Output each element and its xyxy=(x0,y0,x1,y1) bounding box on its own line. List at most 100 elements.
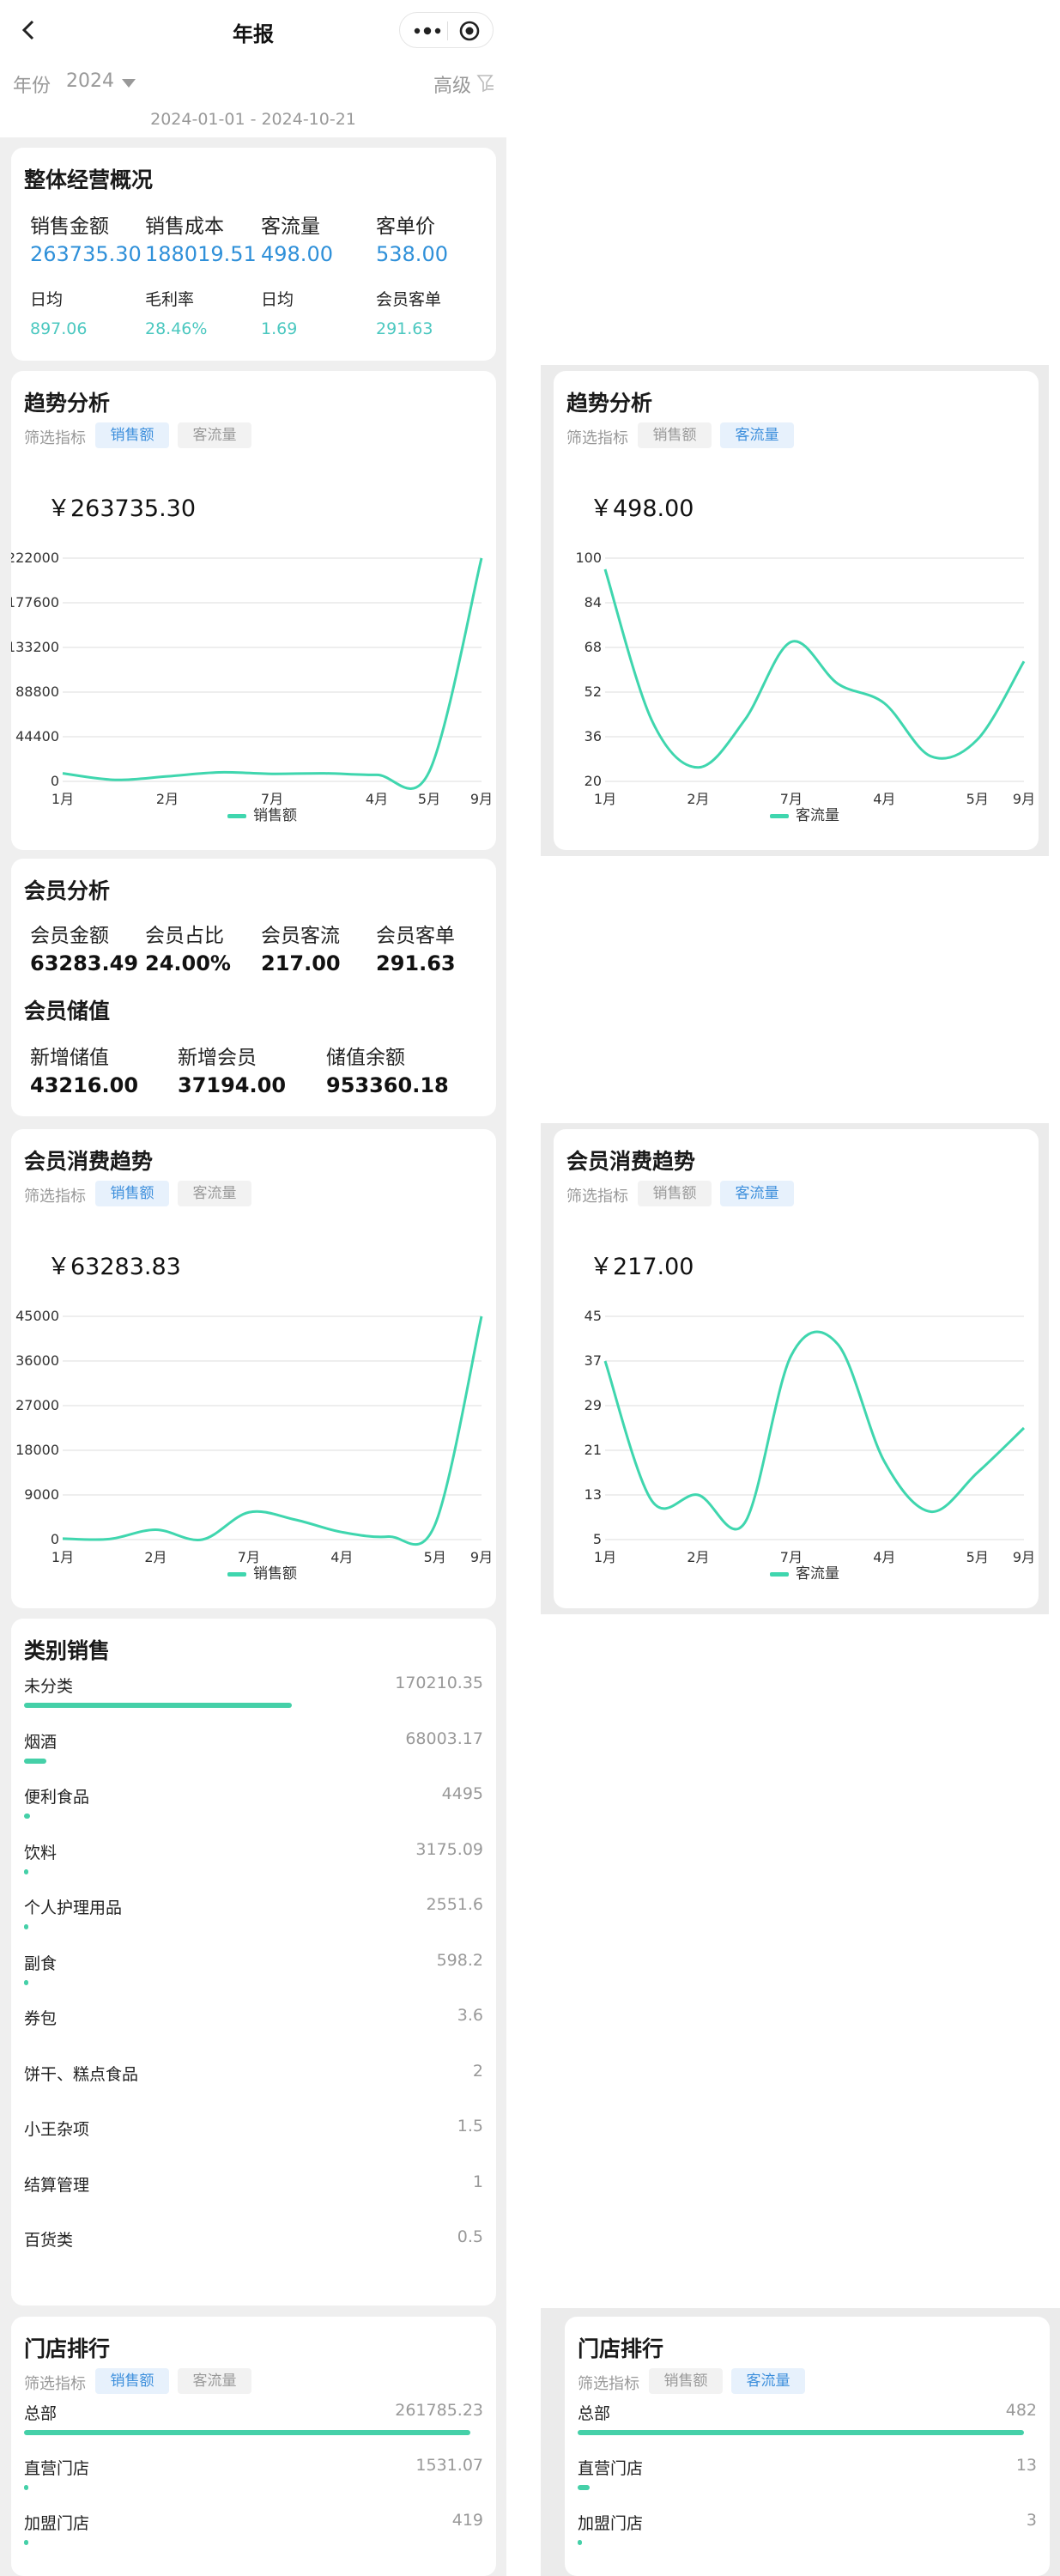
store-value: 13 xyxy=(1015,2456,1037,2475)
trend-sales-chart: 0 44400 88800 133200 177600 222000 1月 2月 7月 4月 5月 9… xyxy=(11,550,493,824)
member-title: 会员分析 xyxy=(24,878,111,903)
member-card: 会员分析 会员金额 会员占比 会员客流 会员客单 63283.49 24.00%… xyxy=(11,859,496,1116)
member-metric-value: 217.00 xyxy=(261,951,341,975)
store-rank-traffic-card: 门店排行 筛选指标 销售额 客流量 总部 482 直营门店 13 加盟门店 3 xyxy=(565,2317,1050,2576)
y-tick-label: 9000 xyxy=(24,1486,59,1503)
category-title: 类别销售 xyxy=(24,1638,111,1663)
filter-label: 筛选指标 xyxy=(578,2375,639,2393)
stored-value: 37194.00 xyxy=(178,1073,287,1097)
stored-label: 新增储值 xyxy=(30,1047,109,1069)
member-trend-total: ￥63283.83 xyxy=(47,1254,181,1280)
chip-sales[interactable]: 销售额 xyxy=(95,422,169,448)
trend-title: 趋势分析 xyxy=(566,391,653,416)
x-tick-label: 5月 xyxy=(424,1549,446,1565)
chip-traffic[interactable]: 客流量 xyxy=(720,1181,794,1206)
sub-metric-value: 291.63 xyxy=(376,319,433,338)
chip-traffic[interactable]: 客流量 xyxy=(178,1181,251,1206)
x-tick-label: 2月 xyxy=(687,1549,709,1565)
series-line xyxy=(603,568,1026,769)
overview-card: 整体经营概况 销售金额 销售成本 客流量 客单价 263735.30 18801… xyxy=(11,148,496,361)
x-tick-label: 7月 xyxy=(238,1549,260,1565)
x-tick-label: 4月 xyxy=(873,791,895,807)
filter-label: 筛选指标 xyxy=(566,429,628,447)
category-value: 68003.17 xyxy=(405,1728,483,1748)
y-tick-label: 5 xyxy=(593,1531,602,1547)
chip-sales[interactable]: 销售额 xyxy=(638,1181,712,1206)
store-bar xyxy=(578,2540,582,2545)
category-name: 便利食品 xyxy=(24,1788,90,1807)
metric-value: 538.00 xyxy=(376,242,448,266)
caret-down-icon xyxy=(122,79,136,88)
year-value: 2024 xyxy=(66,70,114,92)
chip-sales[interactable]: 销售额 xyxy=(638,422,712,448)
category-name: 小王杂项 xyxy=(24,2120,90,2139)
y-tick-label: 68 xyxy=(585,639,602,655)
member-metric-value: 24.00% xyxy=(145,951,231,975)
store-rank-title: 门店排行 xyxy=(578,2336,664,2361)
store-name: 直营门店 xyxy=(24,2459,90,2478)
x-tick-label: 1月 xyxy=(51,791,74,807)
member-metric-label: 会员金额 xyxy=(30,925,109,947)
category-name: 个人护理用品 xyxy=(24,1899,123,1917)
member-metric-value: 291.63 xyxy=(376,951,456,975)
stored-label: 储值余额 xyxy=(326,1047,405,1069)
metric-label: 销售成本 xyxy=(145,216,224,238)
store-name: 直营门店 xyxy=(578,2459,644,2478)
member-trend-sales-chart: 0 9000 18000 27000 36000 45000 1月 2月 7月 4月 5月 9月销售额 xyxy=(15,1308,493,1583)
y-tick-label: 133200 xyxy=(11,639,59,655)
chip-sales[interactable]: 销售额 xyxy=(95,1181,169,1206)
x-tick-label: 1月 xyxy=(594,1549,616,1565)
metric-value: 498.00 xyxy=(261,242,333,266)
advanced-filter-button[interactable]: 高级 xyxy=(433,70,502,97)
legend-label: 客流量 xyxy=(796,1565,839,1583)
stored-label: 新增会员 xyxy=(178,1047,257,1069)
store-bar xyxy=(578,2485,591,2490)
legend-swatch xyxy=(770,814,789,818)
back-icon[interactable] xyxy=(15,17,41,43)
y-tick-label: 20 xyxy=(585,773,602,789)
more-dots-icon[interactable] xyxy=(410,20,445,42)
store-name: 加盟门店 xyxy=(578,2514,644,2533)
store-name: 总部 xyxy=(24,2404,58,2423)
y-tick-label: 45 xyxy=(585,1308,602,1324)
chip-traffic[interactable]: 客流量 xyxy=(731,2368,805,2394)
category-name: 未分类 xyxy=(24,1677,74,1696)
x-tick-label: 9月 xyxy=(1013,791,1035,807)
chip-sales[interactable]: 销售额 xyxy=(95,2368,169,2394)
store-value: 1531.07 xyxy=(415,2456,483,2475)
x-tick-label: 7月 xyxy=(780,791,803,807)
chip-traffic[interactable]: 客流量 xyxy=(178,2368,251,2394)
nav-bar: 年报 xyxy=(0,0,506,62)
y-tick-label: 13 xyxy=(585,1486,602,1503)
page-title: 年报 xyxy=(233,22,274,46)
chip-traffic[interactable]: 客流量 xyxy=(178,422,251,448)
category-bar xyxy=(24,1868,29,1874)
trend-total: ￥498.00 xyxy=(590,495,694,522)
category-bar xyxy=(24,1924,28,1929)
sub-metric-value: 1.69 xyxy=(261,319,298,338)
category-value: 1 xyxy=(472,2172,483,2191)
store-value: 3 xyxy=(1026,2511,1037,2530)
store-rank-sales-card: 门店排行 筛选指标 销售额 客流量 总部 261785.23 直营门店 1531.07… xyxy=(11,2317,496,2576)
store-value: 482 xyxy=(1005,2401,1037,2420)
category-name: 烟酒 xyxy=(24,1732,58,1752)
trend-traffic-chart: 20 36 52 68 84 100 1月 2月 7月 4月 5月 9月客流量 xyxy=(575,550,1035,824)
chip-traffic[interactable]: 客流量 xyxy=(720,422,794,448)
x-tick-label: 5月 xyxy=(966,1549,989,1565)
category-bar xyxy=(24,1814,30,1819)
category-value: 4495 xyxy=(441,1784,483,1803)
stored-title: 会员储值 xyxy=(24,999,111,1024)
metric-value: 263735.30 xyxy=(30,242,142,266)
legend-label: 客流量 xyxy=(796,807,839,824)
member-trend-total: ￥217.00 xyxy=(590,1254,694,1280)
target-icon[interactable] xyxy=(458,20,481,42)
member-metric-value: 63283.49 xyxy=(30,951,139,975)
chip-sales[interactable]: 销售额 xyxy=(649,2368,723,2394)
date-range: 2024-01-01 - 2024-10-21 xyxy=(150,110,356,129)
category-bar xyxy=(24,1979,28,1985)
legend-label: 销售额 xyxy=(253,1565,297,1583)
overview-title: 整体经营概况 xyxy=(24,167,154,192)
year-select[interactable]: 2024 xyxy=(66,70,143,96)
member-metric-label: 会员客单 xyxy=(376,925,455,947)
filter-label: 筛选指标 xyxy=(24,2375,86,2393)
